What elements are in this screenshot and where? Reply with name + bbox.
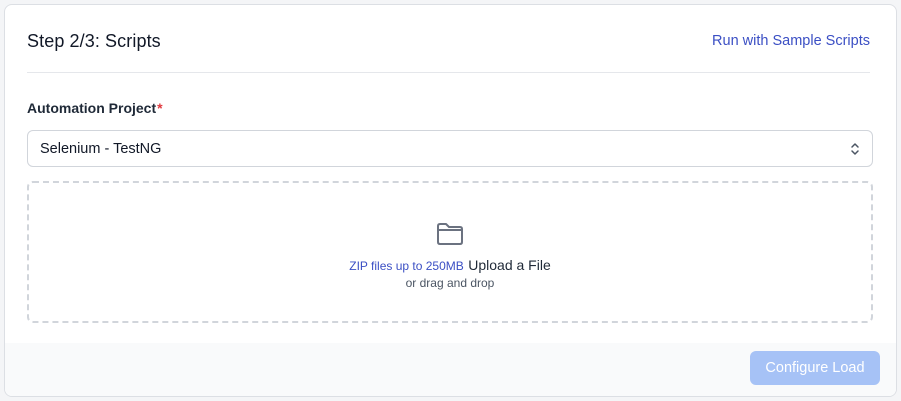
automation-project-label-text: Automation Project: [27, 100, 157, 116]
scripts-step-card: Step 2/3: Scripts Run with Sample Script…: [4, 4, 897, 397]
automation-project-selected-value: Selenium - TestNG: [40, 141, 162, 157]
upload-file-button[interactable]: Upload a File: [468, 257, 551, 273]
folder-icon: [435, 221, 465, 247]
file-dropzone[interactable]: ZIP files up to 250MB Upload a File or d…: [27, 181, 873, 323]
automation-project-select[interactable]: Selenium - TestNG: [27, 130, 873, 167]
file-type-hint: ZIP files up to 250MB: [349, 259, 464, 273]
card-header: Step 2/3: Scripts Run with Sample Script…: [27, 5, 870, 73]
chevron-up-down-icon: [850, 141, 860, 157]
required-marker: *: [157, 100, 163, 116]
upload-line: ZIP files up to 250MB Upload a File: [29, 257, 871, 275]
card-footer: Configure Load: [5, 343, 896, 396]
run-sample-scripts-link[interactable]: Run with Sample Scripts: [712, 33, 870, 49]
drag-and-drop-text: or drag and drop: [405, 276, 495, 290]
page-title: Step 2/3: Scripts: [27, 31, 161, 51]
automation-project-label: Automation Project*: [27, 100, 163, 116]
configure-load-button[interactable]: Configure Load: [750, 351, 880, 385]
